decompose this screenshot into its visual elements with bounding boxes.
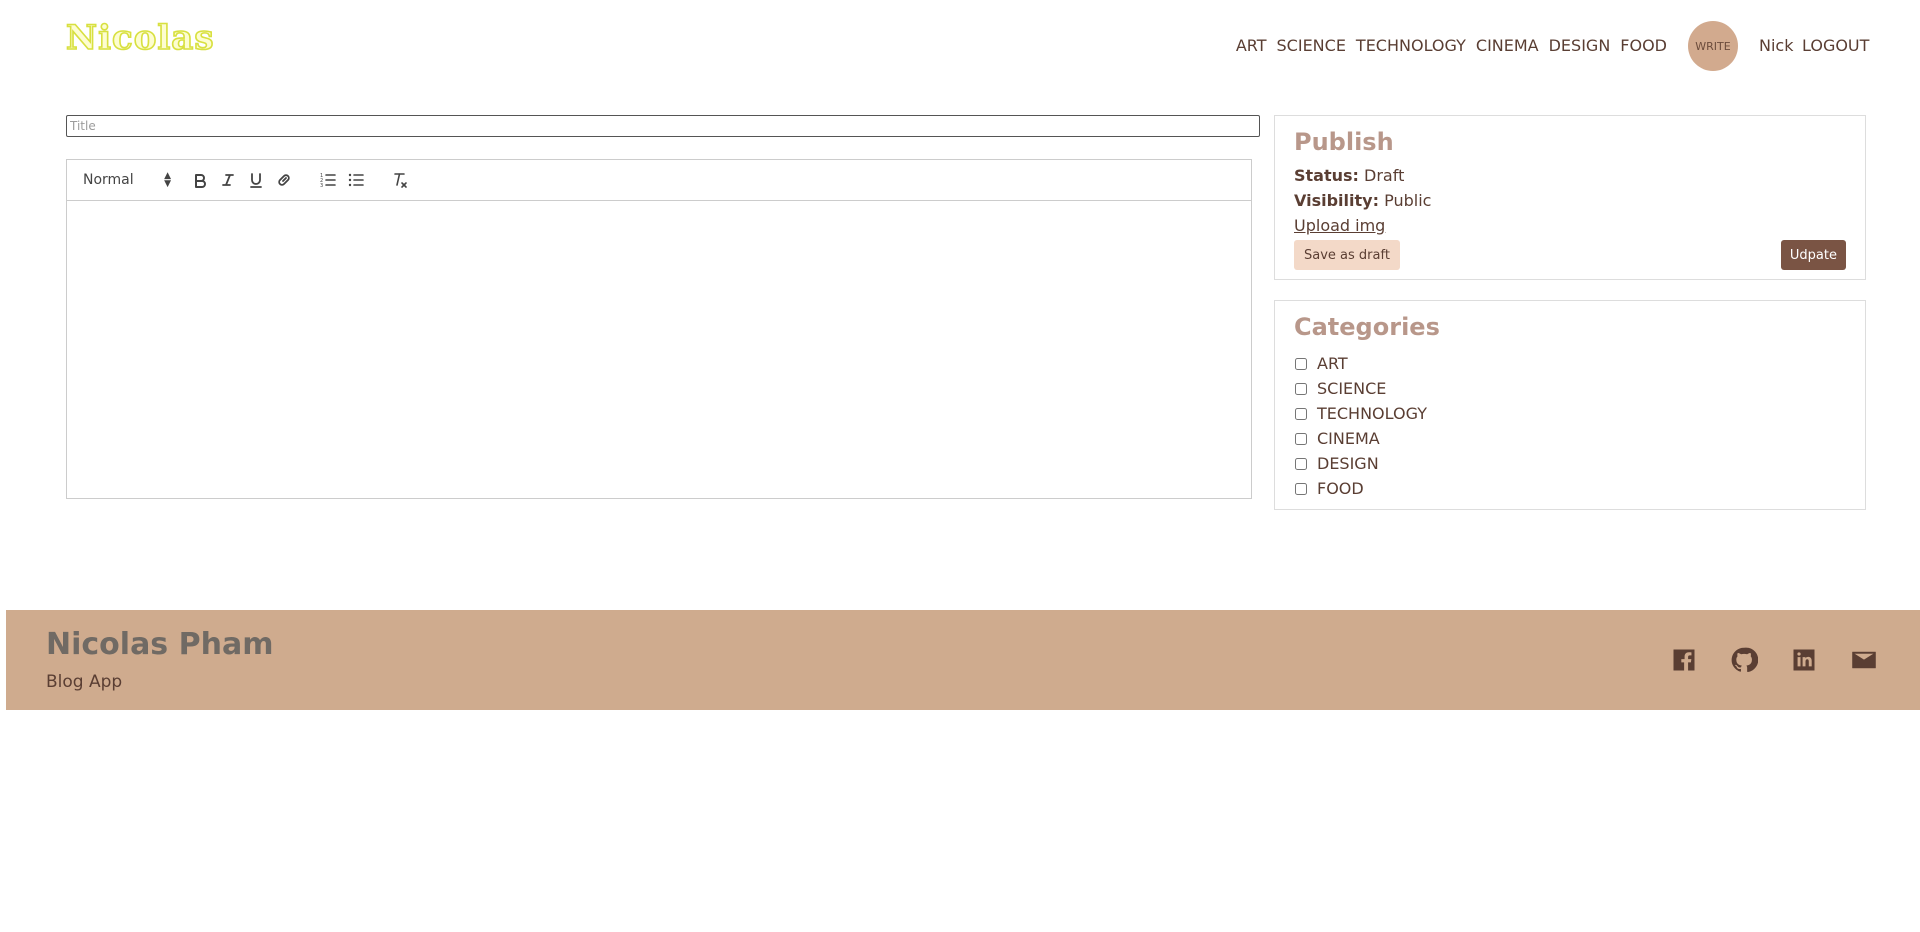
category-checkbox-science[interactable] [1295,382,1307,395]
title-input[interactable] [66,115,1260,137]
editor-toolbar: Normal ▲ ▼ 123 [67,160,1251,201]
bold-icon[interactable] [191,171,209,189]
category-checkbox-design[interactable] [1295,457,1307,470]
category-checkbox-cinema[interactable] [1295,432,1307,445]
facebook-icon[interactable] [1670,646,1698,674]
linkedin-icon[interactable] [1790,646,1818,674]
category-item-technology[interactable]: TECHNOLOGY [1294,401,1427,426]
category-label: FOOD [1317,479,1364,498]
nav-link-science[interactable]: SCIENCE [1277,36,1346,55]
footer-author-name: Nicolas Pham [46,627,274,662]
nav-link-art[interactable]: ART [1236,36,1267,55]
visibility-value: Public [1384,191,1432,210]
github-icon[interactable] [1730,646,1759,674]
categories-title: Categories [1294,313,1440,341]
heading-select[interactable]: Normal ▲ ▼ [83,171,171,189]
italic-icon[interactable] [219,171,237,189]
nav-links: ART SCIENCE TECHNOLOGY CINEMA DESIGN FOO… [1236,36,1667,55]
save-draft-button[interactable]: Save as draft [1294,240,1400,270]
footer: Nicolas Pham Blog App [6,610,1920,710]
logout-link[interactable]: LOGOUT [1802,36,1869,55]
nav-link-design[interactable]: DESIGN [1549,36,1611,55]
svg-text:3: 3 [320,183,323,189]
nav-link-cinema[interactable]: CINEMA [1476,36,1539,55]
visibility-label: Visibility: [1294,191,1379,210]
logo[interactable]: Nicolas [65,17,214,59]
category-label: CINEMA [1317,429,1380,448]
underline-icon[interactable] [247,171,265,189]
category-list: ART SCIENCE TECHNOLOGY CINEMA DESIGN FOO… [1294,351,1427,501]
editor-content-area[interactable] [67,201,1251,498]
category-item-science[interactable]: SCIENCE [1294,376,1427,401]
status-line: Status: Draft [1294,166,1404,185]
select-caret-icon: ▲ ▼ [164,171,171,189]
heading-select-value: Normal [83,172,134,188]
categories-panel: Categories ART SCIENCE TECHNOLOGY CINEMA… [1274,300,1866,510]
category-label: SCIENCE [1317,379,1387,398]
ordered-list-icon[interactable]: 123 [319,171,337,189]
footer-subtitle: Blog App [46,672,123,692]
status-value: Draft [1364,166,1405,185]
visibility-line: Visibility: Public [1294,191,1431,210]
publish-title: Publish [1294,128,1394,156]
mail-icon[interactable] [1850,646,1878,674]
category-item-food[interactable]: FOOD [1294,476,1427,501]
navbar: Nicolas ART SCIENCE TECHNOLOGY CINEMA DE… [0,0,1920,92]
category-label: TECHNOLOGY [1317,404,1427,423]
category-label: ART [1317,354,1348,373]
user-name[interactable]: Nick [1759,36,1793,55]
nav-link-technology[interactable]: TECHNOLOGY [1356,36,1466,55]
category-item-art[interactable]: ART [1294,351,1427,376]
clear-format-icon[interactable] [391,171,409,189]
nav-link-food[interactable]: FOOD [1620,36,1667,55]
category-item-cinema[interactable]: CINEMA [1294,426,1427,451]
bullet-list-icon[interactable] [347,171,365,189]
status-label: Status: [1294,166,1359,185]
category-item-design[interactable]: DESIGN [1294,451,1427,476]
category-checkbox-food[interactable] [1295,482,1307,495]
publish-panel: Publish Status: Draft Visibility: Public… [1274,115,1866,280]
category-label: DESIGN [1317,454,1379,473]
update-button[interactable]: Udpate [1780,240,1846,270]
write-button[interactable]: WRITE [1688,21,1738,71]
rich-text-editor: Normal ▲ ▼ 123 [66,159,1252,499]
link-icon[interactable] [275,171,293,189]
category-checkbox-art[interactable] [1295,357,1307,370]
category-checkbox-technology[interactable] [1295,407,1307,420]
upload-image-link[interactable]: Upload img [1294,216,1385,235]
